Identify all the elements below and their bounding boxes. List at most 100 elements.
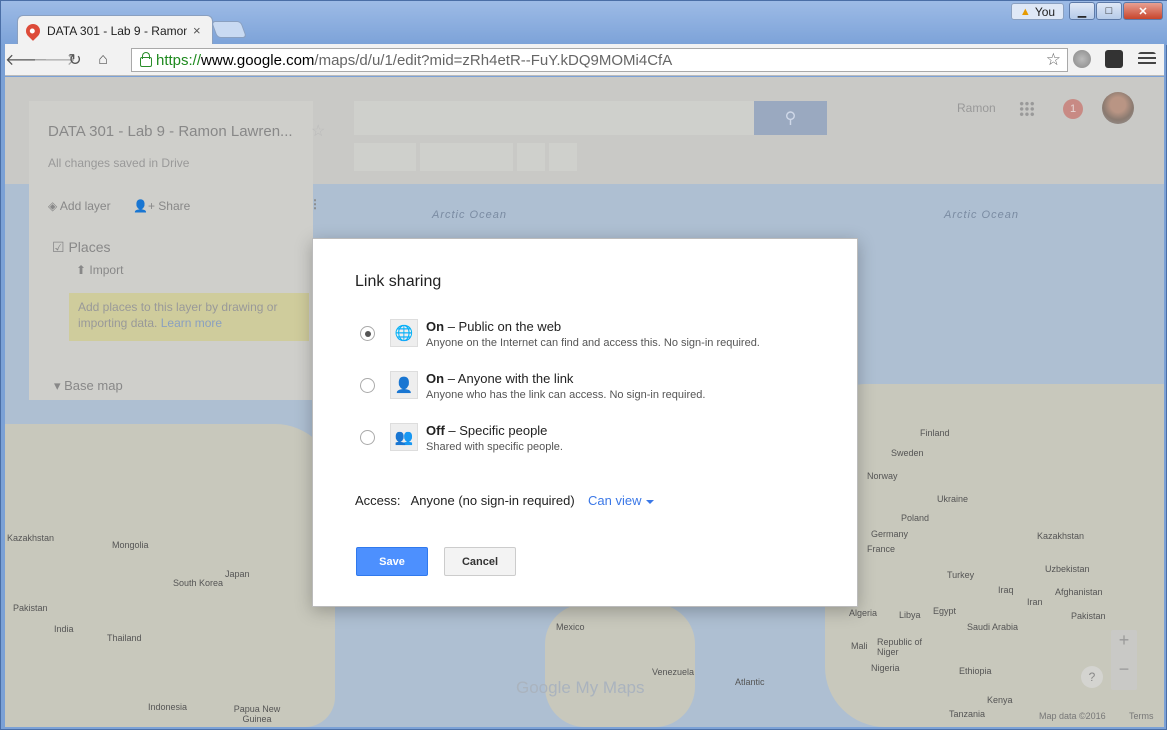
close-button[interactable]: ✕: [1123, 2, 1163, 20]
import-link[interactable]: ⬆ Import: [76, 263, 123, 277]
lock-icon: [140, 52, 152, 67]
home-icon[interactable]: ⌂: [89, 51, 117, 69]
access-label: Access:: [355, 493, 401, 508]
option-name: – Public on the web: [447, 319, 562, 334]
access-value: Anyone (no sign-in required): [410, 493, 575, 508]
map-label: Mali: [851, 641, 868, 651]
save-button[interactable]: Save: [356, 547, 428, 576]
map-label: Mexico: [556, 622, 585, 632]
shield-extension-icon[interactable]: [1105, 50, 1123, 68]
link-sharing-dialog: Link sharing 🌐 On – Public on the web An…: [312, 238, 858, 607]
map-label: Kazakhstan: [1037, 531, 1085, 541]
map-label: India: [54, 624, 74, 634]
extension-icon[interactable]: [1073, 50, 1091, 68]
option-description: Anyone who has the link can access. No s…: [426, 389, 706, 401]
map-label: Egypt: [933, 606, 957, 616]
permission-dropdown[interactable]: Can view: [588, 493, 655, 508]
option-name: – Anyone with the link: [447, 371, 574, 386]
map-label: Afghanistan: [1055, 587, 1103, 597]
option-state: On: [426, 371, 445, 386]
map-label: Kazakhstan: [7, 533, 55, 543]
link-person-icon: 👤: [390, 371, 418, 399]
layers-icon: ◈: [48, 199, 60, 213]
map-label: France: [867, 544, 896, 554]
maps-pin-icon: [23, 20, 43, 41]
radio-anyone-with-link[interactable]: [360, 378, 375, 393]
option-heading: On – Public on the web: [426, 319, 561, 334]
map-tools: [354, 143, 578, 171]
avatar[interactable]: [1102, 92, 1134, 124]
permission-label: Can view: [588, 493, 642, 508]
help-button[interactable]: ?: [1081, 666, 1103, 688]
browser-window: DATA 301 - Lab 9 - Ramon × ▲ You ▁ □ ✕ 🡐…: [0, 0, 1167, 730]
option-public-web[interactable]: 🌐 On – Public on the web Anyone on the I…: [355, 317, 815, 357]
reload-icon[interactable]: ↻: [61, 50, 89, 70]
url-path: /maps/d/u/1/edit?mid=zRh4etR--FuY.kDQ9MO…: [314, 51, 673, 69]
browser-tab[interactable]: DATA 301 - Lab 9 - Ramon ×: [17, 15, 213, 45]
minimize-button[interactable]: ▁: [1069, 2, 1095, 20]
profile-button[interactable]: ▲ You: [1011, 3, 1064, 20]
radio-specific-people[interactable]: [360, 430, 375, 445]
map-label: Saudi Arabia: [967, 622, 1019, 632]
forward-icon[interactable]: 🡒: [33, 49, 76, 70]
map-label: Republic of Niger: [877, 637, 923, 657]
asia-landmass: [5, 424, 335, 727]
maximize-button[interactable]: □: [1096, 2, 1122, 20]
share-label: Share: [158, 199, 191, 213]
back-icon[interactable]: 🡐: [5, 49, 48, 70]
layer-checkbox[interactable]: ☑ Places: [52, 239, 110, 256]
map-label: Mongolia: [112, 540, 149, 550]
map-search-input[interactable]: [354, 101, 754, 135]
map-label: Finland: [920, 428, 950, 438]
map-label: Uzbekistan: [1045, 564, 1090, 574]
add-layer-button[interactable]: ◈ Add layer: [48, 199, 111, 213]
notification-badge[interactable]: 1: [1063, 99, 1083, 119]
layer-help-note: Add places to this layer by drawing or i…: [69, 293, 309, 341]
new-tab-button[interactable]: [210, 21, 248, 38]
radio-public-web[interactable]: [360, 326, 375, 341]
import-icon: ⬆: [76, 263, 90, 277]
terms-link[interactable]: Terms: [1129, 711, 1154, 721]
measure-button[interactable]: [549, 143, 578, 171]
map-label: Papua New Guinea: [233, 704, 281, 724]
menu-icon[interactable]: [1138, 52, 1156, 66]
option-anyone-with-link[interactable]: 👤 On – Anyone with the link Anyone who h…: [355, 369, 815, 409]
apps-grid-icon[interactable]: [1019, 101, 1035, 117]
directions-button[interactable]: [517, 143, 546, 171]
profile-label: You: [1034, 4, 1056, 19]
drawing-tools[interactable]: [419, 143, 514, 171]
zoom-out-button[interactable]: −: [1111, 659, 1137, 680]
import-label: Import: [89, 263, 124, 277]
map-label: Norway: [867, 471, 898, 481]
more-options-icon[interactable]: ⋮: [309, 197, 321, 211]
learn-more-link[interactable]: Learn more: [161, 316, 222, 330]
layers-panel: DATA 301 - Lab 9 - Ramon Lawren... ☆ All…: [29, 101, 325, 400]
share-button[interactable]: 👤+ Share: [133, 199, 190, 213]
search-button[interactable]: ⚲: [754, 101, 827, 135]
chevron-down-icon: [646, 499, 655, 504]
map-title[interactable]: DATA 301 - Lab 9 - Ramon Lawren...: [48, 123, 293, 140]
map-label: Poland: [901, 513, 930, 523]
tab-close-icon[interactable]: ×: [193, 23, 201, 38]
star-icon[interactable]: ☆: [311, 121, 325, 141]
base-map-toggle[interactable]: ▾ Base map: [54, 378, 123, 394]
address-bar[interactable]: https:// www.google.com /maps/d/u/1/edit…: [131, 48, 1068, 72]
map-label: Ethiopia: [959, 666, 992, 676]
option-specific-people[interactable]: 👥 Off – Specific people Shared with spec…: [355, 421, 815, 461]
map-data-attribution: Map data ©2016: [1039, 711, 1106, 721]
cancel-button[interactable]: Cancel: [444, 547, 516, 576]
save-status: All changes saved in Drive: [48, 156, 190, 170]
globe-icon: 🌐: [390, 319, 418, 347]
undo-redo-buttons[interactable]: [354, 143, 416, 171]
dialog-title: Link sharing: [355, 273, 442, 290]
zoom-in-button[interactable]: +: [1111, 630, 1137, 651]
map-label: Libya: [899, 610, 921, 620]
bookmark-star-icon[interactable]: ☆: [1046, 50, 1061, 70]
map-label: Ukraine: [937, 494, 969, 504]
map-label: Arctic Ocean: [432, 209, 507, 221]
account-name[interactable]: Ramon: [957, 101, 996, 115]
option-description: Shared with specific people.: [426, 441, 563, 453]
map-label: Atlantic: [735, 677, 765, 687]
map-label: Germany: [871, 529, 909, 539]
option-heading: On – Anyone with the link: [426, 371, 573, 386]
